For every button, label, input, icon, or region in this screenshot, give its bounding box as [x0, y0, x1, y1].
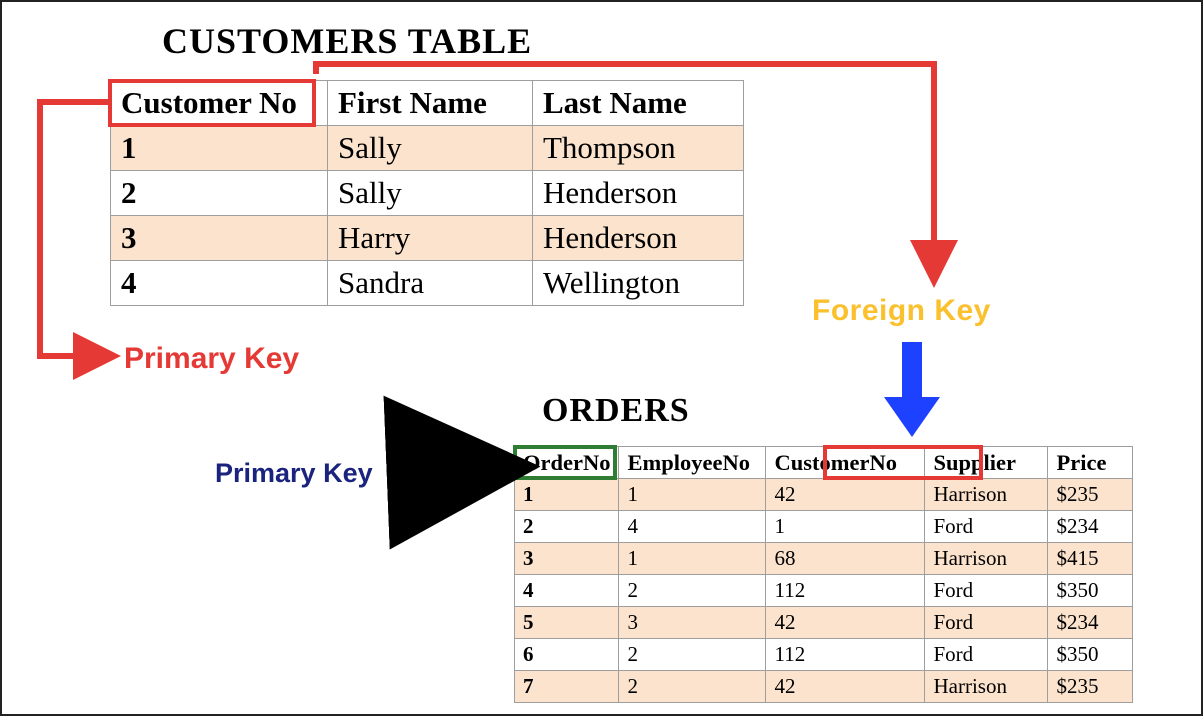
customers-table: Customer No First Name Last Name 1 Sally…: [110, 80, 744, 306]
cell: 4: [515, 575, 619, 607]
table-header-row: Customer No First Name Last Name: [111, 81, 744, 126]
cell: Wellington: [533, 261, 744, 306]
cell: 1: [619, 543, 766, 575]
col-supplier: Supplier: [925, 447, 1048, 479]
table-row: 7 2 42 Harrison $235: [515, 671, 1133, 703]
table-row: 6 2 112 Ford $350: [515, 639, 1133, 671]
table-row: 2 Sally Henderson: [111, 171, 744, 216]
arrow-fk-down-icon: [882, 342, 942, 442]
col-order-no: OrderNo: [515, 447, 619, 479]
cell: 3: [515, 543, 619, 575]
col-last-name: Last Name: [533, 81, 744, 126]
cell: Harrison: [925, 671, 1048, 703]
cell: 1: [766, 511, 925, 543]
orders-table-title: ORDERS: [542, 392, 690, 430]
cell: 42: [766, 607, 925, 639]
customers-primary-key-label: Primary Key: [124, 342, 299, 376]
cell: $235: [1048, 671, 1133, 703]
cell: $235: [1048, 479, 1133, 511]
cell: Sandra: [328, 261, 533, 306]
cell: $234: [1048, 511, 1133, 543]
orders-table: OrderNo EmployeeNo CustomerNo Supplier P…: [514, 446, 1133, 703]
col-first-name: First Name: [328, 81, 533, 126]
table-row: 5 3 42 Ford $234: [515, 607, 1133, 639]
cell: 68: [766, 543, 925, 575]
table-row: 2 4 1 Ford $234: [515, 511, 1133, 543]
cell: Ford: [925, 511, 1048, 543]
table-header-row: OrderNo EmployeeNo CustomerNo Supplier P…: [515, 447, 1133, 479]
col-customer-no: Customer No: [111, 81, 328, 126]
cell: Thompson: [533, 126, 744, 171]
cell: 4: [619, 511, 766, 543]
cell: 1: [619, 479, 766, 511]
table-row: 1 Sally Thompson: [111, 126, 744, 171]
cell: 2: [515, 511, 619, 543]
table-row: 1 1 42 Harrison $235: [515, 479, 1133, 511]
col-price: Price: [1048, 447, 1133, 479]
cell: 112: [766, 575, 925, 607]
cell: 7: [515, 671, 619, 703]
cell: Sally: [328, 126, 533, 171]
cell: Henderson: [533, 216, 744, 261]
cell: Ford: [925, 575, 1048, 607]
table-row: 4 2 112 Ford $350: [515, 575, 1133, 607]
cell: 4: [111, 261, 328, 306]
cell: 2: [619, 639, 766, 671]
foreign-key-label: Foreign Key: [812, 294, 991, 328]
cell: Henderson: [533, 171, 744, 216]
cell: $415: [1048, 543, 1133, 575]
table-row: 3 1 68 Harrison $415: [515, 543, 1133, 575]
col-employee-no: EmployeeNo: [619, 447, 766, 479]
cell: Harry: [328, 216, 533, 261]
cell: 2: [619, 671, 766, 703]
cell: 2: [111, 171, 328, 216]
cell: Harrison: [925, 479, 1048, 511]
cell: 112: [766, 639, 925, 671]
cell: 3: [111, 216, 328, 261]
cell: 6: [515, 639, 619, 671]
cell: $350: [1048, 639, 1133, 671]
col-customer-no: CustomerNo: [766, 447, 925, 479]
cell: 42: [766, 671, 925, 703]
cell: 5: [515, 607, 619, 639]
cell: $350: [1048, 575, 1133, 607]
cell: Harrison: [925, 543, 1048, 575]
customers-table-title: CUSTOMERS TABLE: [162, 20, 532, 62]
cell: 42: [766, 479, 925, 511]
orders-primary-key-label: Primary Key: [215, 458, 373, 489]
cell: Sally: [328, 171, 533, 216]
table-row: 4 Sandra Wellington: [111, 261, 744, 306]
cell: Ford: [925, 639, 1048, 671]
diagram-canvas: CUSTOMERS TABLE ORDERS Primary Key Forei…: [0, 0, 1203, 716]
cell: Ford: [925, 607, 1048, 639]
table-row: 3 Harry Henderson: [111, 216, 744, 261]
cell: 2: [619, 575, 766, 607]
cell: 1: [111, 126, 328, 171]
cell: 3: [619, 607, 766, 639]
cell: 1: [515, 479, 619, 511]
cell: $234: [1048, 607, 1133, 639]
